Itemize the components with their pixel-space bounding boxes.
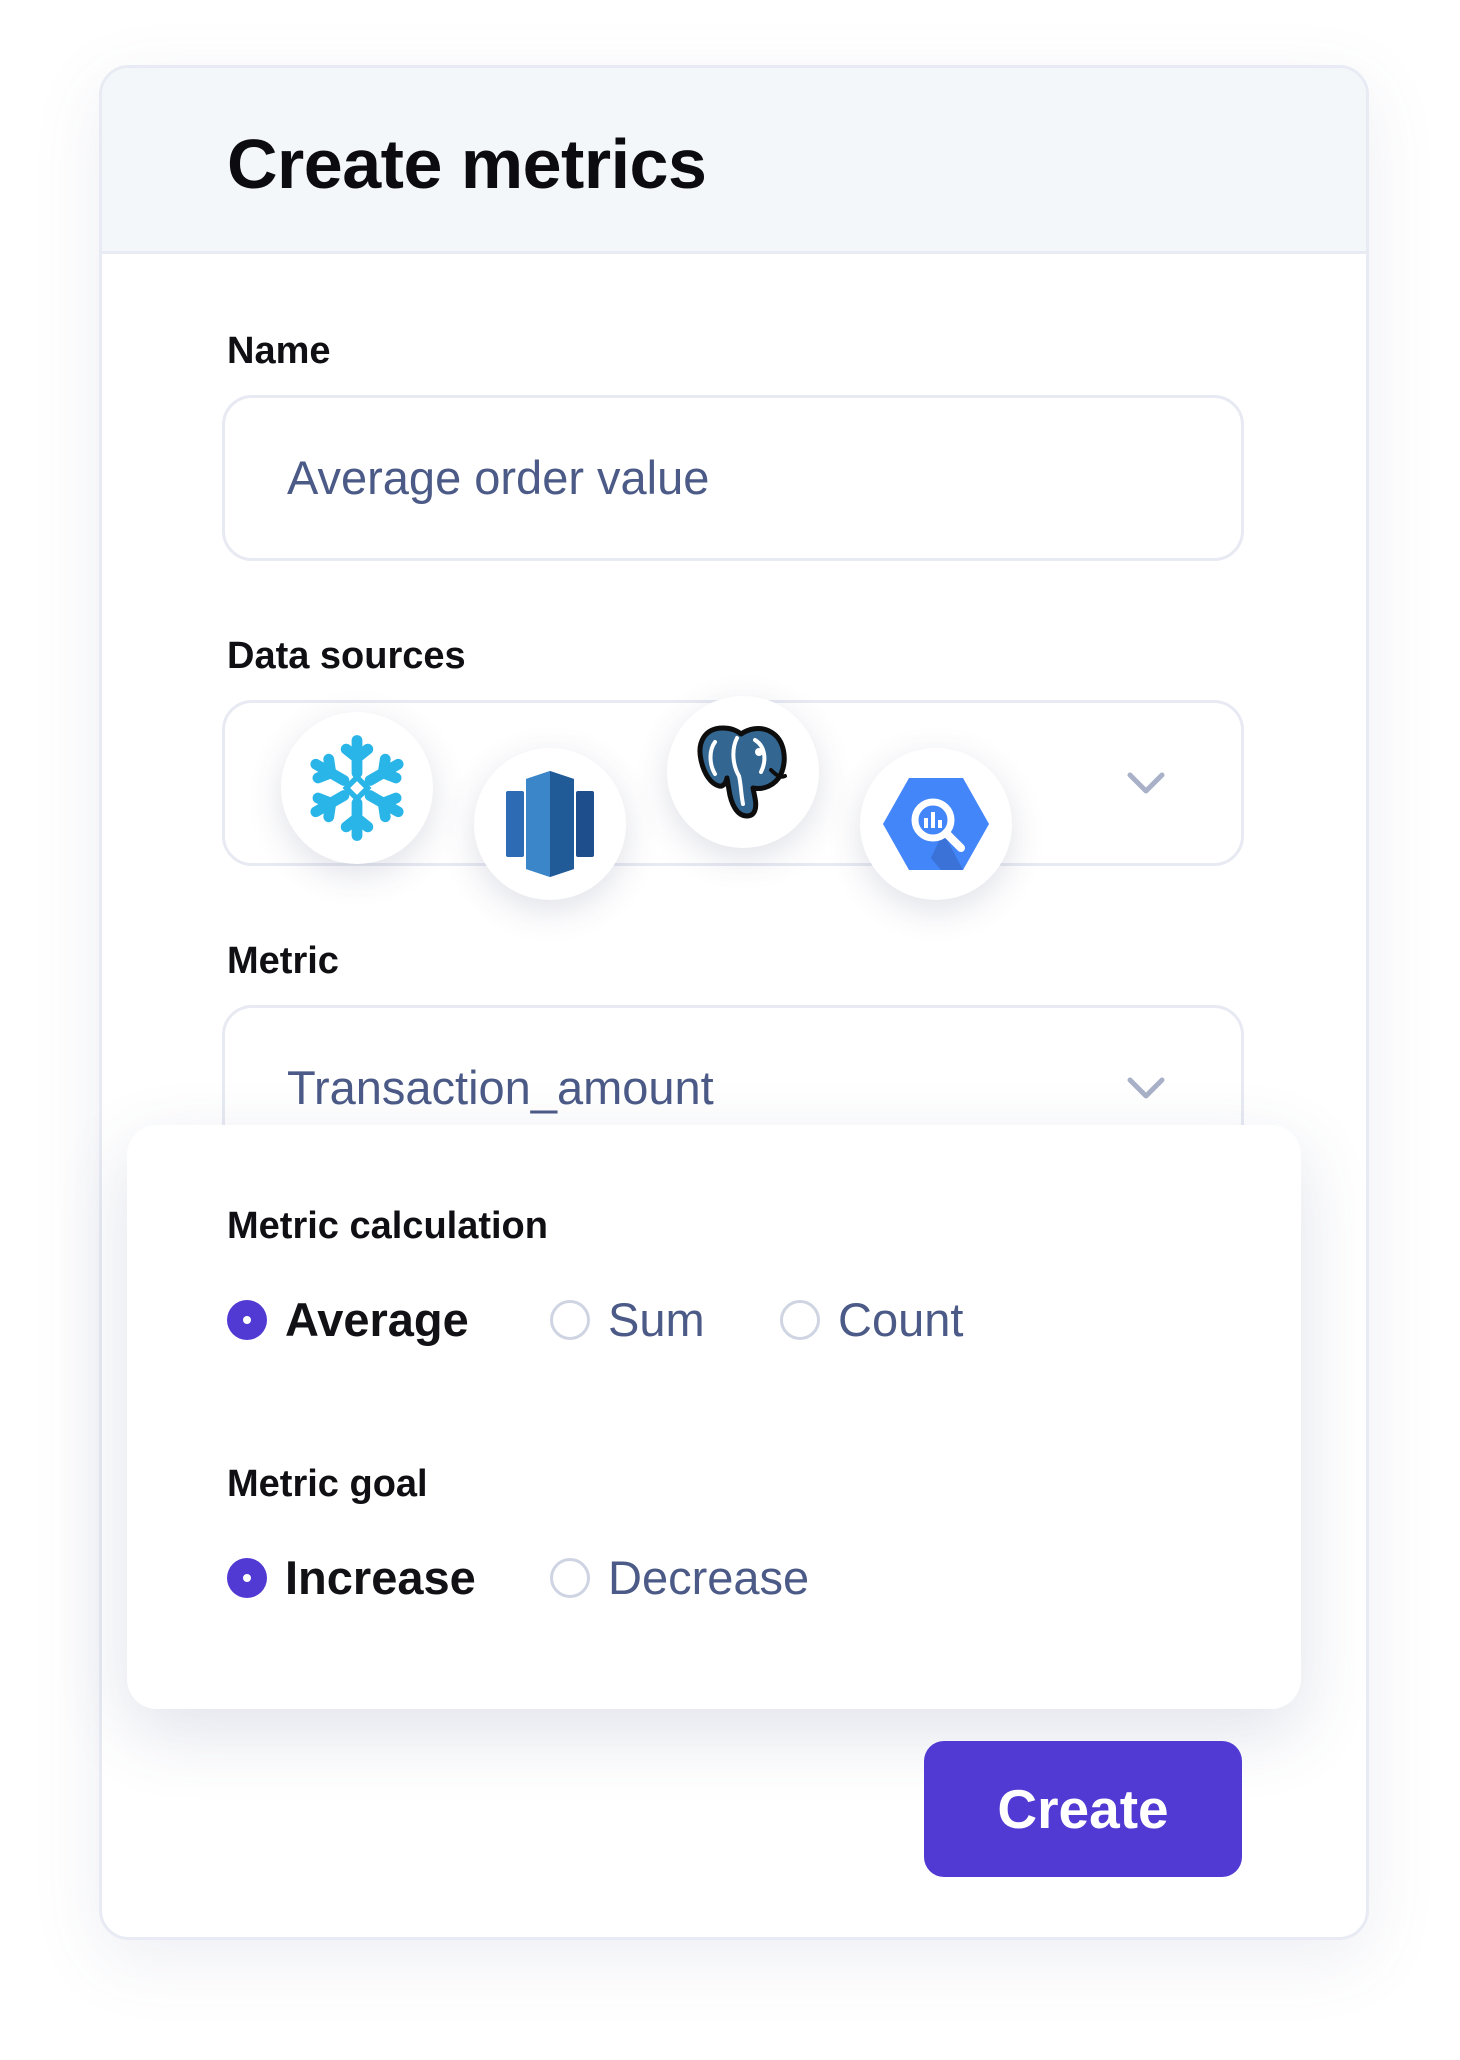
radio-decrease-label: Decrease [608, 1551, 810, 1604]
chevron-down-icon[interactable] [1126, 763, 1166, 803]
metric-label: Metric [227, 940, 339, 982]
metric-options-panel: Metric calculation Average Sum Count Met… [127, 1125, 1301, 1709]
radio-unchecked-icon [780, 1299, 820, 1340]
bigquery-source[interactable] [860, 748, 1012, 900]
chevron-down-icon[interactable] [1126, 1068, 1166, 1108]
radio-unchecked-icon [550, 1557, 590, 1598]
page-title: Create metrics [227, 125, 707, 203]
radio-average[interactable]: Average [227, 1292, 469, 1347]
postgresql-icon [697, 725, 787, 819]
metric-goal-label: Metric goal [227, 1463, 428, 1505]
radio-checked-icon [227, 1557, 267, 1598]
radio-sum-label: Sum [608, 1293, 705, 1346]
radio-checked-icon [227, 1299, 267, 1340]
bigquery-icon [883, 778, 989, 870]
data-sources-label: Data sources [227, 635, 466, 677]
radio-sum[interactable]: Sum [550, 1292, 705, 1347]
radio-average-label: Average [285, 1293, 469, 1346]
radio-increase-label: Increase [285, 1551, 476, 1604]
metric-calculation-label: Metric calculation [227, 1205, 548, 1247]
snowflake-icon [310, 735, 404, 841]
name-label: Name [227, 330, 331, 372]
radio-count[interactable]: Count [780, 1292, 963, 1347]
create-button[interactable]: Create [924, 1741, 1242, 1877]
card-header: Create metrics [102, 68, 1366, 254]
redshift-icon [506, 771, 594, 877]
radio-unchecked-icon [550, 1299, 590, 1340]
metric-select-value: Transaction_amount [287, 1061, 714, 1114]
page: Create metrics Name Average order value … [0, 0, 1460, 2060]
snowflake-source[interactable] [281, 712, 433, 864]
radio-count-label: Count [838, 1293, 964, 1346]
name-input-value: Average order value [287, 451, 710, 504]
postgresql-source[interactable] [667, 696, 819, 848]
redshift-source[interactable] [474, 748, 626, 900]
radio-increase[interactable]: Increase [227, 1550, 476, 1605]
name-input[interactable]: Average order value [222, 395, 1244, 561]
radio-decrease[interactable]: Decrease [550, 1550, 809, 1605]
